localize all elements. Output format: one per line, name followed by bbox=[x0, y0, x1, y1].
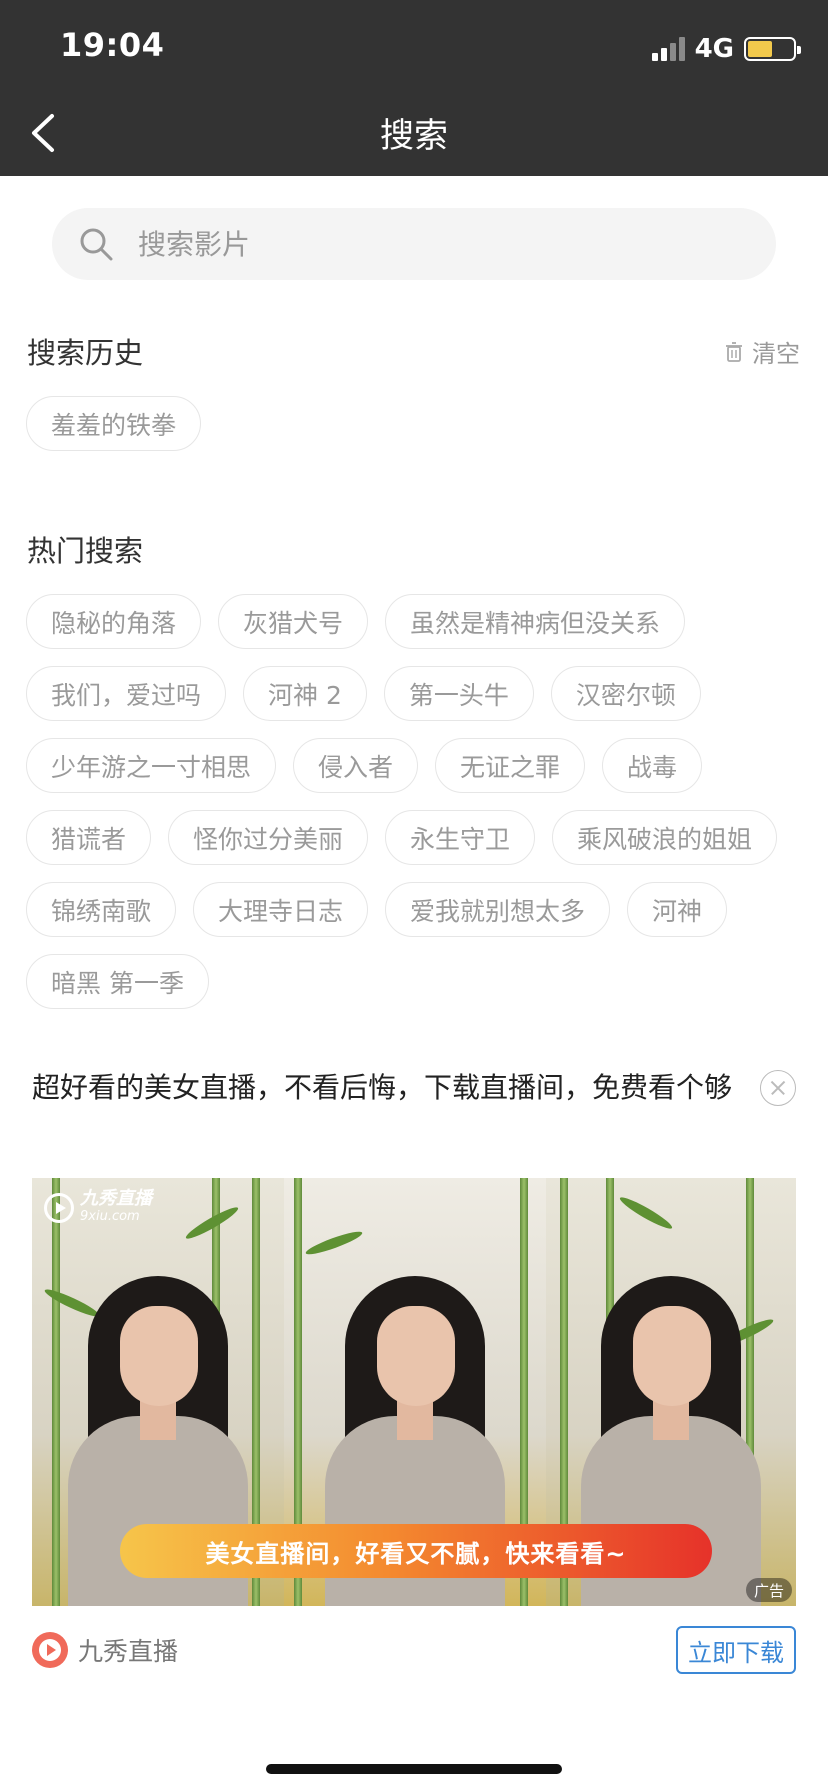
ad-image[interactable]: 九秀直播 9xiu.com 美女直播间，好看又不腻，快来看看~ 广告 bbox=[32, 1178, 796, 1606]
hot-search-tag[interactable]: 河神 bbox=[627, 882, 728, 937]
home-indicator bbox=[266, 1764, 562, 1774]
hot-search-tag[interactable]: 第一头牛 bbox=[383, 666, 534, 721]
clear-history-button[interactable]: 清空 bbox=[724, 334, 800, 369]
hot-search-tag[interactable]: 隐秘的角落 bbox=[26, 594, 202, 649]
hot-search-tag[interactable]: 爱我就别想太多 bbox=[385, 882, 611, 937]
hot-search-tag[interactable]: 乘风破浪的姐姐 bbox=[552, 810, 778, 865]
hot-search-tag[interactable]: 侵入者 bbox=[293, 738, 419, 793]
hot-search-tag[interactable]: 猎谎者 bbox=[26, 810, 152, 865]
search-icon bbox=[80, 228, 113, 261]
history-title: 搜索历史 bbox=[27, 336, 144, 370]
hot-search-title: 热门搜索 bbox=[27, 534, 144, 568]
hot-search-tag[interactable]: 大理寺日志 bbox=[193, 882, 369, 937]
download-button[interactable]: 立即下载 bbox=[676, 1626, 796, 1674]
header-bar: 19:04 4G 搜索 bbox=[0, 0, 828, 176]
clear-label: 清空 bbox=[752, 340, 800, 368]
ad-label-text: 广告 bbox=[753, 1581, 784, 1600]
hot-search-tag[interactable]: 怪你过分美丽 bbox=[168, 810, 369, 865]
play-logo-icon bbox=[44, 1193, 74, 1223]
hot-search-tag[interactable]: 我们，爱过吗 bbox=[26, 666, 227, 721]
history-list: 羞羞的铁拳 bbox=[26, 396, 802, 451]
ad-image-logo: 九秀直播 9xiu.com bbox=[44, 1190, 152, 1226]
status-time: 19:04 bbox=[60, 26, 165, 64]
hot-search-tag[interactable]: 虽然是精神病但没关系 bbox=[385, 594, 686, 649]
ad-label: 广告 bbox=[745, 1578, 792, 1602]
hot-search-tag[interactable]: 灰猎犬号 bbox=[218, 594, 369, 649]
battery-icon bbox=[744, 37, 801, 61]
ad-banner: 美女直播间，好看又不腻，快来看看~ bbox=[120, 1524, 712, 1578]
search-input[interactable] bbox=[138, 227, 698, 261]
advertiser-name: 九秀直播 bbox=[78, 1637, 179, 1666]
hot-search-tag[interactable]: 锦绣南歌 bbox=[26, 882, 177, 937]
ad-logo-url: 9xiu.com bbox=[80, 1209, 140, 1224]
hot-search-tag[interactable]: 汉密尔顿 bbox=[550, 666, 701, 721]
hot-search-tag[interactable]: 少年游之一寸相思 bbox=[26, 738, 277, 793]
network-type: 4G bbox=[694, 34, 734, 64]
status-indicators: 4G bbox=[651, 34, 801, 64]
ad-logo-name: 九秀直播 bbox=[80, 1188, 152, 1209]
ad-headline[interactable]: 超好看的美女直播，不看后悔，下载直播间，免费看个够 bbox=[32, 1068, 752, 1108]
trash-icon bbox=[726, 341, 742, 362]
advertiser-logo-icon bbox=[32, 1632, 68, 1668]
hot-search-tag[interactable]: 战毒 bbox=[602, 738, 703, 793]
hot-search-tag[interactable]: 永生守卫 bbox=[385, 810, 536, 865]
hot-search-list: 隐秘的角落 灰猎犬号 虽然是精神病但没关系我们，爱过吗 河神 2 第一头牛 汉密尔顿少年游… bbox=[26, 594, 802, 1009]
history-tag[interactable]: 羞羞的铁拳 bbox=[26, 396, 202, 451]
hot-search-tag[interactable]: 无证之罪 bbox=[435, 738, 586, 793]
advertiser[interactable]: 九秀直播 bbox=[32, 1632, 178, 1668]
ad-close-button[interactable] bbox=[760, 1070, 796, 1106]
search-box[interactable] bbox=[52, 208, 776, 280]
hot-search-tag[interactable]: 暗黑 第一季 bbox=[26, 954, 209, 1009]
hot-search-tag[interactable]: 河神 2 bbox=[243, 666, 367, 721]
signal-icon bbox=[651, 37, 685, 61]
page-title: 搜索 bbox=[380, 116, 448, 156]
